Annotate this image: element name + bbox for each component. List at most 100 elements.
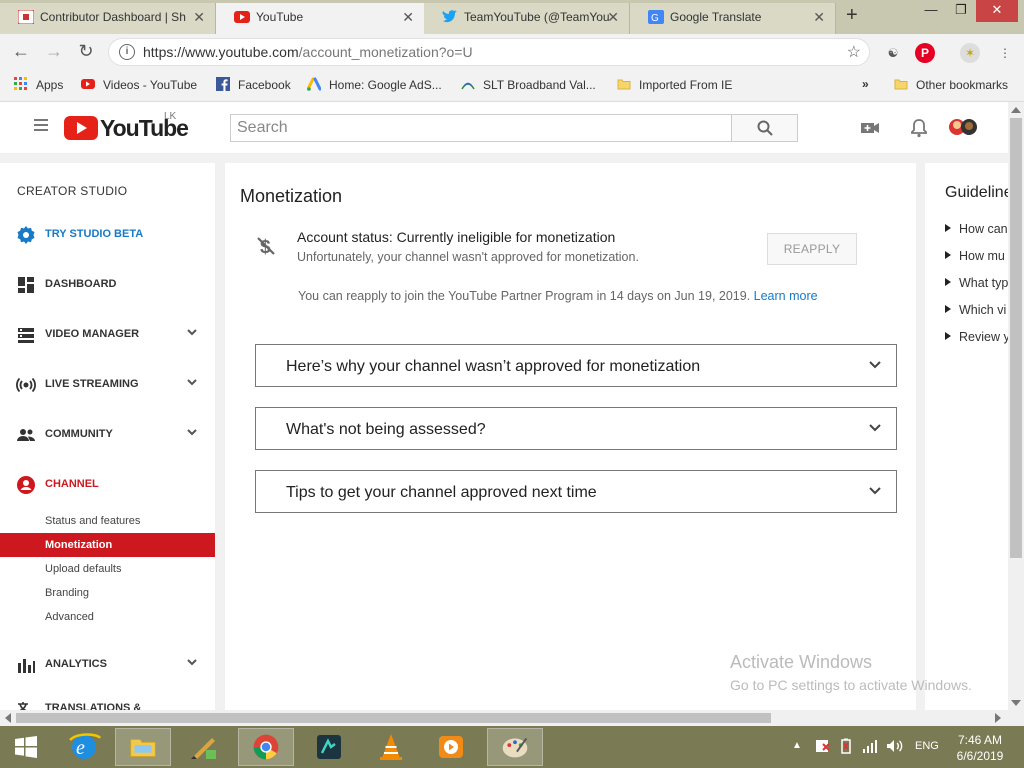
chevron-down-icon[interactable]	[186, 376, 198, 388]
pinterest-icon[interactable]: P	[915, 43, 935, 63]
tray-expand-icon[interactable]: ▲	[792, 740, 802, 751]
reapply-button[interactable]: REAPPLY	[767, 233, 857, 265]
guideline-item[interactable]: How mu	[945, 249, 1005, 263]
bookmark-label: SLT Broadband Val...	[483, 78, 596, 92]
battery-icon[interactable]	[838, 738, 854, 754]
bookmarks-bar: Apps Videos - YouTube Facebook Home: Goo…	[0, 70, 1024, 102]
notifications-bell-icon[interactable]	[908, 117, 930, 139]
sidebar-item-translations[interactable]: TRANSLATIONS &	[0, 697, 215, 710]
chevron-down-icon[interactable]	[186, 656, 198, 668]
vertical-scrollbar[interactable]	[1008, 102, 1024, 710]
back-icon[interactable]: ←	[9, 40, 33, 64]
scroll-left-arrow-icon[interactable]	[5, 713, 11, 723]
url-text[interactable]: https://www.youtube.com/account_monetiza…	[143, 44, 473, 60]
scroll-right-arrow-icon[interactable]	[995, 713, 1001, 723]
profile-icon[interactable]: ✶	[960, 43, 980, 63]
search-input[interactable]: Search	[230, 114, 732, 142]
restore-button[interactable]: ❐	[946, 0, 976, 22]
country-code: LK	[164, 111, 177, 122]
guideline-item[interactable]: Which vi	[945, 303, 1006, 317]
vlc-icon[interactable]	[363, 728, 419, 766]
bookmark-other-bookmarks[interactable]: Other bookmarks	[894, 77, 1008, 92]
bookmark-facebook[interactable]: Facebook	[216, 77, 291, 92]
address-bar[interactable]: i https://www.youtube.com/account_moneti…	[108, 38, 870, 66]
sidebar-item-label: ANALYTICS	[45, 658, 107, 670]
sidebar-subitem-branding[interactable]: Branding	[0, 581, 215, 605]
close-icon[interactable]: ✕	[607, 3, 619, 31]
forward-icon[interactable]: →	[42, 40, 66, 64]
translations-icon	[18, 702, 28, 710]
accordion-not-assessed[interactable]: What's not being assessed?	[255, 407, 897, 450]
signal-strength-icon[interactable]	[862, 739, 880, 753]
bookmark-apps[interactable]: Apps	[14, 77, 63, 92]
sidebar-item-channel[interactable]: CHANNEL	[0, 473, 215, 497]
guideline-item[interactable]: How can	[945, 222, 1008, 236]
horizontal-scroll-thumb[interactable]	[16, 713, 771, 723]
hamburger-menu-icon[interactable]	[34, 119, 48, 131]
scroll-down-arrow-icon[interactable]	[1011, 700, 1021, 706]
accordion-why-not-approved[interactable]: Here’s why your channel wasn’t approved …	[255, 344, 897, 387]
windows-start-icon[interactable]	[2, 728, 48, 766]
system-clock[interactable]: 7:46 AM 6/6/2019	[950, 732, 1010, 764]
community-icon	[17, 429, 35, 441]
bookmark-videos-youtube[interactable]: Videos - YouTube	[81, 77, 197, 92]
vertical-scroll-thumb[interactable]	[1010, 118, 1022, 558]
site-info-icon[interactable]: i	[119, 44, 135, 60]
guideline-item[interactable]: Review y	[945, 330, 1008, 344]
sidebar-subitem-monetization[interactable]: Monetization	[0, 533, 215, 557]
minimize-button[interactable]: —	[916, 0, 946, 22]
guideline-item[interactable]: What typ	[945, 276, 1008, 290]
internet-explorer-icon[interactable]: e	[56, 728, 112, 766]
file-explorer-icon[interactable]	[115, 728, 171, 766]
menu-dots-icon[interactable]: ⋮	[995, 43, 1015, 63]
bookmarks-overflow-button[interactable]: »	[862, 77, 869, 91]
extension-icon[interactable]: ☯	[883, 43, 903, 63]
paint-palette-icon[interactable]	[487, 728, 543, 766]
dashboard-icon	[18, 277, 34, 293]
sidebar-subitem-status-and-features[interactable]: Status and features	[0, 509, 215, 533]
close-icon[interactable]: ✕	[813, 3, 825, 31]
window-close-button[interactable]: ✕	[976, 0, 1018, 22]
action-center-icon[interactable]	[815, 738, 833, 754]
tab-google-translate[interactable]: G Google Translate ✕	[630, 3, 836, 34]
learn-more-link[interactable]: Learn more	[754, 289, 818, 303]
sidebar-subitem-advanced[interactable]: Advanced	[0, 605, 215, 629]
bookmark-google-ads[interactable]: Home: Google AdS...	[307, 77, 442, 92]
sidebar-item-dashboard[interactable]: DASHBOARD	[0, 273, 215, 297]
close-icon[interactable]: ✕	[193, 3, 205, 31]
reload-icon[interactable]: ↻	[74, 40, 98, 64]
sidebar-item-live-streaming[interactable]: LIVE STREAMING	[0, 373, 215, 397]
filmora-icon[interactable]	[301, 728, 357, 766]
tab-youtube[interactable]: YouTube ✕	[216, 3, 424, 34]
media-player-icon[interactable]	[423, 728, 479, 766]
sidebar-subitem-upload-defaults[interactable]: Upload defaults	[0, 557, 215, 581]
sidebar-item-community[interactable]: COMMUNITY	[0, 423, 215, 447]
bookmark-label: Home: Google AdS...	[329, 78, 442, 92]
account-avatar-icon[interactable]	[948, 115, 978, 139]
tab-teamyoutube[interactable]: TeamYouTube (@TeamYou ✕	[424, 3, 630, 34]
chevron-down-icon[interactable]	[186, 426, 198, 438]
chevron-down-icon[interactable]	[186, 326, 198, 338]
accordion-tips-next-time[interactable]: Tips to get your channel approved next t…	[255, 470, 897, 513]
sidebar-item-analytics[interactable]: ANALYTICS	[0, 653, 215, 677]
bookmark-slt-broadband[interactable]: SLT Broadband Val...	[461, 77, 596, 92]
upload-video-icon[interactable]	[859, 117, 881, 139]
sidebar-item-video-manager[interactable]: VIDEO MANAGER	[0, 323, 215, 347]
search-button[interactable]	[731, 114, 798, 142]
reapply-note: You can reapply to join the YouTube Part…	[298, 289, 818, 303]
bookmark-label: Facebook	[238, 78, 291, 92]
horizontal-scrollbar[interactable]	[0, 710, 1008, 726]
reapply-note-text: You can reapply to join the YouTube Part…	[298, 289, 751, 303]
chrome-icon[interactable]	[238, 728, 294, 766]
volume-icon[interactable]	[886, 739, 904, 753]
bookmark-star-icon[interactable]: ☆	[847, 42, 861, 62]
language-indicator[interactable]: ENG	[915, 740, 939, 752]
bookmark-imported-from-ie[interactable]: Imported From IE	[617, 77, 732, 92]
expand-triangle-icon	[945, 305, 951, 313]
paint-app-icon[interactable]	[176, 728, 232, 766]
close-icon[interactable]: ✕	[402, 3, 414, 31]
sidebar-item-try-studio-beta[interactable]: TRY STUDIO BETA	[0, 223, 215, 247]
new-tab-button[interactable]: +	[846, 4, 858, 27]
tab-contributor-dashboard[interactable]: Contributor Dashboard | Sh ✕	[0, 3, 216, 34]
scroll-up-arrow-icon[interactable]	[1011, 107, 1021, 113]
